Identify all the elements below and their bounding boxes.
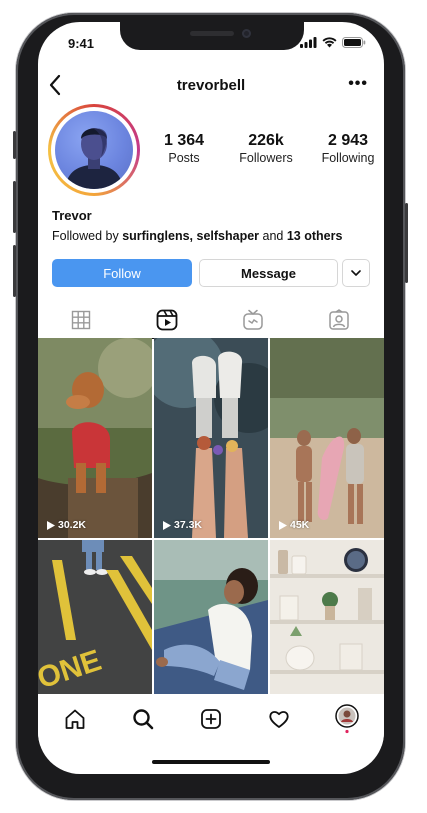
- chevron-down-icon: [351, 270, 361, 276]
- reel-views: 37.3K: [163, 519, 202, 531]
- display-name: Trevor: [52, 208, 92, 223]
- app-screen: 9:41 trevorbell ••• 1 364 Posts 226k Fol…: [38, 22, 384, 774]
- message-button[interactable]: Message: [199, 259, 338, 287]
- tab-tagged[interactable]: [296, 302, 382, 338]
- reel-image-sneakers: [154, 338, 268, 538]
- play-icon: [279, 520, 287, 530]
- profile-avatar: [55, 111, 133, 189]
- heart-icon: [269, 711, 289, 728]
- battery-icon: [342, 37, 366, 48]
- profile-stats: 1 364 Posts 226k Followers 2 943 Followi…: [156, 132, 376, 165]
- play-icon: [163, 520, 171, 530]
- reels-icon: [156, 309, 178, 331]
- tab-reels[interactable]: [124, 302, 210, 339]
- followers-label: Followers: [239, 151, 293, 165]
- grid-icon: [71, 310, 91, 330]
- follow-button[interactable]: Follow: [52, 259, 192, 287]
- wifi-icon: [322, 37, 337, 48]
- volume-up-button: [13, 181, 16, 233]
- reel-image-street: ONE: [38, 540, 152, 694]
- following-label: Following: [321, 151, 375, 165]
- reel-thumbnail[interactable]: 45K: [270, 338, 384, 538]
- more-options-button[interactable]: •••: [348, 75, 368, 93]
- tagged-icon: [329, 309, 349, 330]
- views-count: 37.3K: [174, 519, 203, 531]
- reel-thumbnail[interactable]: 37.3K: [154, 338, 268, 538]
- suggested-accounts-button[interactable]: [342, 259, 370, 287]
- profile-avatar: [335, 704, 359, 734]
- nav-profile[interactable]: [332, 704, 362, 734]
- following-stat[interactable]: 2 943 Following: [320, 132, 376, 165]
- followers-count: 226k: [248, 132, 284, 149]
- reel-image-shelves: [270, 540, 384, 694]
- profile-avatar-story-ring[interactable]: [48, 104, 140, 196]
- reel-views: 30.2K: [47, 519, 86, 531]
- views-count: 45K: [290, 519, 310, 531]
- home-indicator[interactable]: [152, 760, 270, 764]
- nav-activity[interactable]: [264, 704, 294, 734]
- followed-by-prefix: Followed by: [52, 229, 123, 243]
- reel-image-dog: [38, 338, 152, 538]
- volume-down-button: [13, 245, 16, 297]
- reel-thumbnail[interactable]: 30.2K: [38, 338, 152, 538]
- tab-igtv[interactable]: [210, 302, 296, 338]
- status-icons: [300, 37, 366, 48]
- followed-by-others[interactable]: 13 others: [287, 229, 343, 243]
- avatar-border: [51, 107, 137, 193]
- front-camera: [242, 29, 251, 38]
- username: trevorbell: [176, 77, 246, 94]
- followed-by-and: and: [259, 229, 287, 243]
- views-count: 30.2K: [58, 519, 87, 531]
- home-icon: [65, 709, 85, 729]
- status-time: 9:41: [68, 36, 95, 51]
- bottom-navigation: [38, 694, 384, 746]
- nav-search[interactable]: [128, 704, 158, 734]
- reel-image-woman: [154, 540, 268, 694]
- speaker: [190, 31, 234, 36]
- reel-image-surfers: [270, 338, 384, 538]
- reel-thumbnail[interactable]: ONE: [38, 540, 152, 694]
- profile-actions: Follow Message: [52, 259, 372, 287]
- nav-home[interactable]: [60, 704, 90, 734]
- followed-by-names[interactable]: surfinglens, selfshaper: [122, 229, 259, 243]
- nav-create[interactable]: [196, 704, 226, 734]
- reel-thumbnail[interactable]: [154, 540, 268, 694]
- posts-count: 1 364: [163, 132, 205, 149]
- notch: [120, 22, 304, 50]
- reel-thumbnail[interactable]: [270, 540, 384, 694]
- reels-grid: 30.2K 37.3K 45K ONE: [38, 338, 384, 694]
- add-icon: [201, 709, 221, 729]
- posts-label: Posts: [168, 151, 200, 165]
- igtv-icon: [243, 309, 263, 330]
- search-icon: [133, 709, 154, 730]
- reel-views: 45K: [279, 519, 309, 531]
- followed-by-text[interactable]: Followed by surfinglens, selfshaper and …: [52, 229, 342, 243]
- following-count: 2 943: [327, 132, 369, 149]
- profile-tabs: [38, 302, 384, 339]
- power-button: [405, 203, 408, 283]
- mute-switch: [13, 131, 16, 159]
- avatar-portrait: [65, 128, 123, 189]
- followers-stat[interactable]: 226k Followers: [238, 132, 294, 165]
- posts-stat[interactable]: 1 364 Posts: [156, 132, 212, 165]
- profile-header: trevorbell •••: [38, 72, 384, 100]
- signal-icon: [300, 37, 317, 48]
- tab-grid[interactable]: [38, 302, 124, 338]
- play-icon: [47, 520, 55, 530]
